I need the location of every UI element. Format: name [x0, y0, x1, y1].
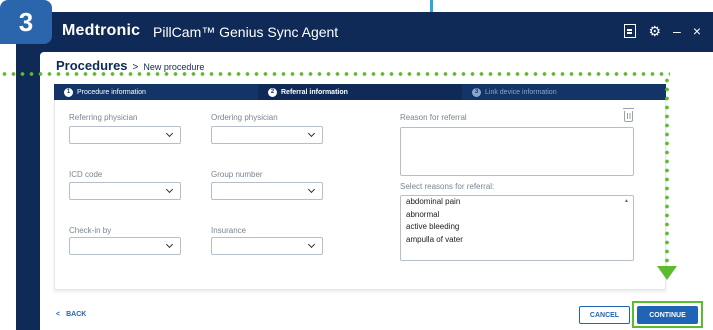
icd-code-label: ICD code — [69, 170, 103, 179]
check-in-by-select[interactable] — [69, 237, 181, 255]
check-in-by-label: Check-in by — [69, 226, 112, 235]
chevron-down-icon — [165, 129, 174, 138]
titlebar: Medtronic PillCam™ Genius Sync Agent ⚙ –… — [16, 12, 713, 52]
breadcrumb-current: New procedure — [143, 62, 205, 72]
breadcrumb-procedures[interactable]: Procedures — [56, 58, 128, 73]
chevron-down-icon — [165, 185, 174, 194]
referral-form: Referring physician Ordering physician I… — [54, 100, 666, 290]
document-icon[interactable] — [624, 24, 637, 38]
step-label: Procedure information — [77, 88, 146, 96]
reason-for-referral-textarea[interactable] — [400, 127, 634, 176]
breadcrumb: Procedures > New procedure — [56, 58, 204, 73]
step-referral-information[interactable]: 2 Referral information — [258, 84, 462, 100]
list-item[interactable]: abdominal pain — [401, 196, 633, 209]
reason-for-referral-label: Reason for referral — [400, 113, 467, 122]
continue-button[interactable]: CONTINUE — [637, 306, 698, 324]
app-title: PillCam™ Genius Sync Agent — [153, 24, 339, 40]
trash-icon[interactable] — [623, 108, 634, 122]
insurance-select[interactable] — [211, 237, 323, 255]
group-number-label: Group number — [211, 170, 263, 179]
step-chevron — [258, 84, 264, 100]
back-button[interactable]: < BACK — [56, 311, 86, 318]
step-number: 3 — [472, 87, 481, 97]
highlight-dotted-line — [0, 72, 670, 76]
chevron-down-icon — [307, 240, 316, 249]
chevron-down-icon — [307, 129, 316, 138]
referring-physician-select[interactable] — [69, 126, 181, 144]
gear-icon[interactable]: ⚙ — [648, 23, 661, 39]
group-number-select[interactable] — [211, 182, 323, 200]
step-label: Referral information — [281, 88, 348, 96]
insurance-label: Insurance — [211, 226, 247, 235]
cancel-button[interactable]: CANCEL — [579, 306, 630, 324]
list-item[interactable]: abnormal — [401, 209, 633, 222]
step-link-device-information[interactable]: 3 Link device information — [462, 84, 666, 100]
select-reasons-label: Select reasons for referral: — [400, 182, 495, 191]
highlight-dotted-line-vertical — [665, 76, 669, 268]
scroll-up-icon[interactable]: ▲ — [624, 198, 629, 204]
step-label: Link device information — [485, 88, 557, 96]
ordering-physician-label: Ordering physician — [211, 113, 278, 122]
step-procedure-information[interactable]: 1 Procedure information — [54, 84, 264, 100]
step-number: 1 — [64, 87, 73, 97]
list-item[interactable]: ampulla of vater — [401, 234, 633, 247]
icd-code-select[interactable] — [69, 182, 181, 200]
list-item[interactable]: active bleeding — [401, 221, 633, 234]
minimize-icon[interactable]: – — [673, 23, 681, 39]
chevron-down-icon — [307, 185, 316, 194]
referring-physician-label: Referring physician — [69, 113, 138, 122]
chevron-left-icon: < — [56, 311, 61, 318]
reasons-listbox[interactable]: ▲ abdominal pain abnormal active bleedin… — [400, 195, 634, 261]
window-controls: ⚙ – × — [624, 23, 701, 39]
back-label: BACK — [66, 311, 87, 318]
progress-stepper: 1 Procedure information 2 Referral infor… — [54, 84, 666, 100]
chevron-down-icon — [165, 240, 174, 249]
ordering-physician-select[interactable] — [211, 126, 323, 144]
highlight-arrow-icon — [657, 266, 677, 280]
close-icon[interactable]: × — [693, 23, 701, 39]
step-number-badge: 3 — [0, 0, 52, 44]
step-number: 2 — [268, 87, 277, 97]
brand-logo: Medtronic — [62, 22, 141, 39]
